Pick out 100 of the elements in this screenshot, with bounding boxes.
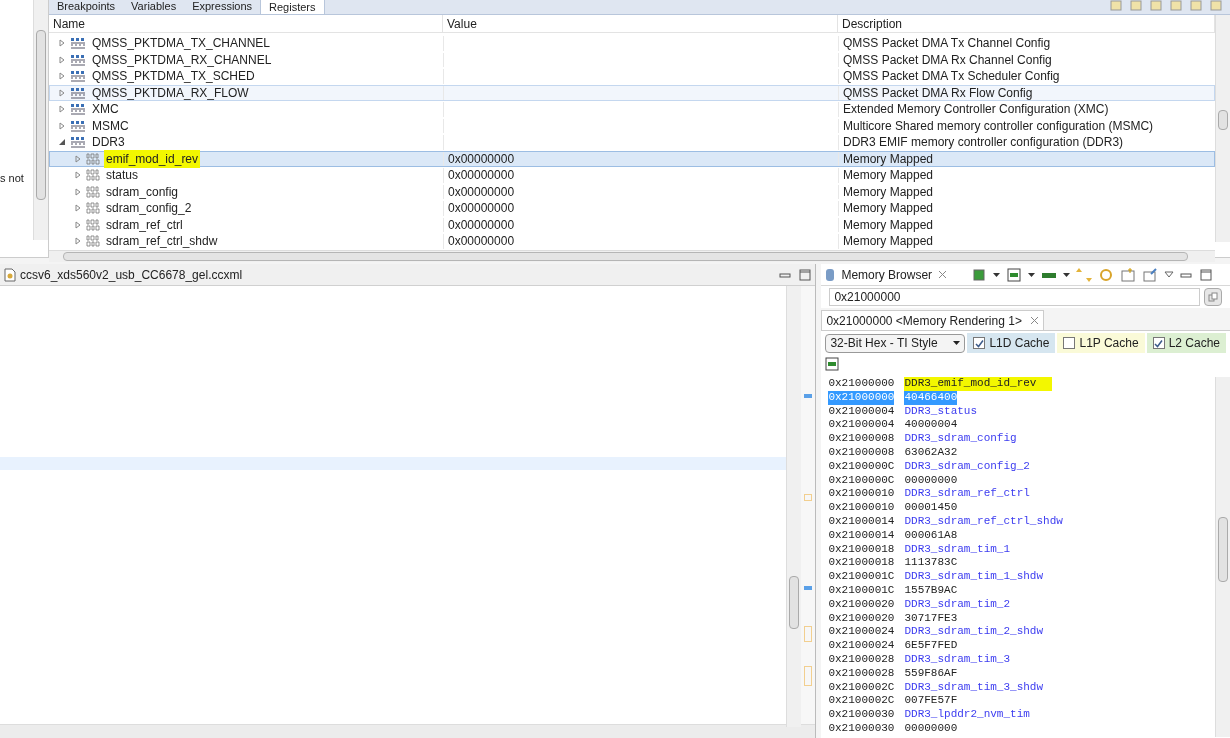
memory-address: 0x21000010 (828, 501, 895, 515)
maximize-icon[interactable] (799, 268, 812, 281)
close-icon[interactable] (938, 270, 948, 279)
memory-address: 0x21000000 (828, 377, 895, 391)
register-value: 0x00000000 (448, 200, 515, 218)
column-header[interactable]: Name (49, 15, 443, 32)
toolbar-icon[interactable] (1150, 0, 1162, 14)
register-description: Memory Mapped (843, 167, 934, 185)
memory-value: 00000000 (904, 721, 958, 736)
memory-value: 63062A32 (904, 446, 958, 460)
go-button[interactable] (1204, 288, 1222, 306)
register-value: 0x00000000 (448, 233, 515, 251)
close-icon[interactable] (1029, 316, 1039, 325)
cache-checkbox[interactable]: L1D Cache (967, 333, 1056, 353)
copy-icon (1208, 292, 1218, 302)
sync-arrows-icon[interactable] (1076, 266, 1093, 283)
memory-value: 30717FE3 (904, 611, 958, 626)
vertical-scrollbar[interactable] (1215, 377, 1230, 737)
horizontal-scrollbar[interactable] (0, 724, 816, 738)
register-description: QMSS Packet DMA Rx Channel Config (843, 51, 1052, 69)
memory-value: 00001450 (904, 501, 958, 515)
memory-value: 1113783C (904, 556, 958, 571)
memory-address: 0x21000020 (828, 611, 895, 626)
register-icon (86, 202, 100, 215)
register-label: DDR3_lpddr2_nvm_tim (904, 708, 1030, 722)
memory-address: 0x21000008 (828, 446, 895, 460)
chip-icon[interactable] (971, 266, 988, 283)
register-label: DDR3_sdram_config (904, 432, 1017, 446)
refresh-icon[interactable] (1098, 266, 1115, 283)
view-tab[interactable]: Expressions (184, 0, 261, 14)
toolbar-icon[interactable] (1170, 0, 1182, 14)
vertical-scrollbar[interactable] (33, 0, 48, 240)
memory-address: 0x2100002C (828, 680, 895, 695)
view-tab[interactable]: Registers (260, 0, 325, 14)
register-name: sdram_ref_ctrl_shdw (105, 233, 219, 251)
register-label: DDR3_sdram_ref_ctrl (904, 487, 1030, 502)
memory-value: 559F86AF (904, 666, 958, 681)
register-group-icon (70, 86, 86, 99)
toolbar-icon[interactable] (1210, 0, 1222, 14)
register-group-icon (70, 53, 86, 66)
new-tab-icon[interactable] (1120, 266, 1137, 283)
register-group-icon (70, 119, 86, 132)
pin-icon[interactable] (1142, 266, 1159, 283)
file-icon (4, 267, 16, 282)
toolbar-icon[interactable] (1110, 0, 1122, 14)
register-label: DDR3_sdram_config_2 (904, 459, 1030, 474)
register-icon (86, 185, 100, 198)
memory-value: 00000000 (904, 473, 958, 488)
register-name: QMSS_PKTDMA_TX_CHANNEL (91, 35, 272, 53)
toolbar-icon[interactable] (1190, 0, 1202, 14)
register-name: XMC (91, 101, 120, 119)
memory-address: 0x21000018 (828, 556, 895, 571)
memory-address: 0x21000020 (828, 597, 895, 612)
memory-address: 0x21000018 (828, 542, 895, 557)
register-description: Memory Mapped (843, 233, 934, 251)
register-group-icon (70, 103, 86, 116)
check-icon (974, 338, 984, 348)
register-name: QMSS_PKTDMA_TX_SCHED (91, 68, 256, 86)
register-description: Memory Mapped (843, 200, 934, 218)
register-description: Memory Mapped (843, 216, 934, 234)
register-name: DDR3 (91, 134, 126, 152)
memory-value: 6E5F7FED (904, 639, 958, 653)
register-label: DDR3_sdram_tim_1_shdw (904, 570, 1044, 584)
expanded-arrow-icon[interactable] (58, 138, 66, 147)
memory-address: 0x21000014 (828, 528, 895, 543)
memory-address: 0x21000000 (828, 390, 895, 405)
cache-checkbox[interactable]: L1P Cache (1057, 333, 1145, 353)
memory-address: 0x2100001C (828, 570, 895, 584)
memory-address: 0x2100001C (828, 583, 895, 598)
format-select[interactable]: 32-Bit Hex - TI Style (825, 333, 966, 353)
memory-value: 40000004 (904, 418, 958, 433)
memory-value: 1557B9AC (904, 583, 958, 598)
memory-address: 0x21000030 (828, 721, 895, 736)
register-name: sdram_config (105, 183, 180, 201)
cache-checkbox[interactable]: L2 Cache (1146, 333, 1226, 353)
register-label: DDR3_sdram_tim_2 (904, 597, 1011, 612)
vertical-scrollbar[interactable] (1215, 15, 1230, 242)
address-field[interactable]: 0x21000000 (829, 288, 1200, 306)
maximize-icon[interactable] (1200, 268, 1213, 281)
register-description: Extended Memory Controller Configuration (XMC) (843, 101, 1109, 119)
register-description: Memory Mapped (843, 183, 934, 201)
register-name: QMSS_PKTDMA_RX_CHANNEL (91, 51, 273, 69)
toolbar-icon[interactable] (1130, 0, 1142, 14)
register-label: DDR3_sdram_ref_ctrl_shdw (904, 514, 1063, 529)
column-header[interactable]: Value (443, 15, 838, 32)
memory-address: 0x21000008 (828, 432, 895, 446)
register-name: sdram_ref_ctrl (105, 216, 184, 234)
vertical-scrollbar[interactable] (786, 286, 802, 727)
view-tab[interactable]: Breakpoints (49, 0, 124, 14)
register-group-icon (70, 37, 86, 50)
register-name: status (105, 167, 139, 185)
register-label: DDR3_sdram_tim_3_shdw (904, 680, 1044, 695)
register-label: DDR3_sdram_tim_1 (904, 542, 1011, 557)
view-tab[interactable]: Memory Browser (841, 265, 933, 284)
memory-address: 0x21000004 (828, 404, 895, 419)
memory-address: 0x2100002C (828, 694, 895, 709)
view-tab[interactable]: Variables (123, 0, 185, 14)
memory-card-icon[interactable] (825, 357, 840, 371)
memory-card-icon[interactable] (1006, 266, 1023, 283)
register-value: 0x00000000 (448, 216, 515, 234)
